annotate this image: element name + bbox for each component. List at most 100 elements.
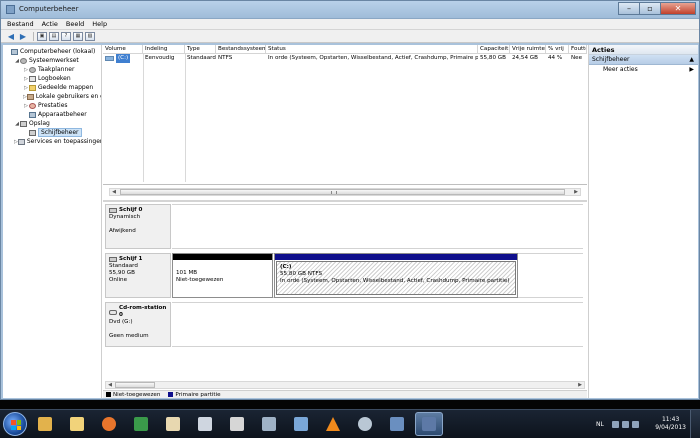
tree-item-label: Opslag xyxy=(29,120,50,127)
table-cell: Nee xyxy=(571,55,583,61)
legend-label: Primaire partitie xyxy=(175,391,221,398)
taskbar-app[interactable] xyxy=(127,412,155,436)
taskbar-app[interactable] xyxy=(159,412,187,436)
actions-section-schijfbeheer[interactable]: Schijfbeheer ▲ xyxy=(589,55,698,65)
show-tree-icon[interactable]: ▤ xyxy=(49,31,59,41)
taskbar-app[interactable] xyxy=(63,412,91,436)
volume-name: (C:) xyxy=(116,54,131,63)
disk-label[interactable]: Schijf 0 Dynamisch Afwijkend xyxy=(105,204,171,249)
column-header[interactable]: Volume xyxy=(103,45,143,54)
help-icon[interactable]: ? xyxy=(61,31,71,41)
title-bar[interactable]: Computerbeheer – ▫ ✕ xyxy=(1,1,699,19)
disk-label[interactable]: Cd-rom-station 0 Dvd (G:) Geen medium xyxy=(105,302,171,347)
disk-name: Schijf 0 xyxy=(109,207,167,214)
menu-bestand[interactable]: Bestand xyxy=(7,20,34,28)
primary-partition[interactable]: (C:) 55,80 GB NTFS In orde (Systeem, Opsta… xyxy=(274,253,518,298)
disk-label[interactable]: Schijf 1 Standaard 55,90 GB Online xyxy=(105,253,171,298)
explorer-icon xyxy=(38,417,52,431)
scrollbar-thumb[interactable] xyxy=(120,189,565,195)
legend-label: Niet-toegewezen xyxy=(113,391,161,398)
tree-item[interactable]: ◢ Systeemwerkset xyxy=(3,56,101,65)
column-header[interactable]: Status xyxy=(266,45,478,54)
scroll-right-icon[interactable]: ▶ xyxy=(572,189,580,195)
tree-item[interactable]: ▷Lokale gebruikers en gro xyxy=(3,92,101,101)
column-header[interactable]: Type xyxy=(185,45,216,54)
scrollbar-thumb[interactable] xyxy=(115,382,155,388)
clock[interactable]: 11:43 9/04/2013 xyxy=(655,416,686,432)
show-hidden-icons-icon[interactable] xyxy=(612,421,619,428)
taskbar-app[interactable] xyxy=(415,412,443,436)
tree-item[interactable]: ▷ Gedeelde mappen xyxy=(3,83,101,92)
back-icon[interactable]: ◀ xyxy=(6,32,16,41)
tree-item[interactable]: ▷ Taakplanner xyxy=(3,65,101,74)
computer-icon xyxy=(11,48,18,55)
volume-tray-icon[interactable] xyxy=(632,421,639,428)
tree-item[interactable]: ◢ Opslag xyxy=(3,119,101,128)
tree-item-label: Gedeelde mappen xyxy=(38,84,94,91)
disk-row: Schijf 0 Dynamisch Afwijkend xyxy=(105,204,583,249)
taskbar-app[interactable] xyxy=(191,412,219,436)
close-button[interactable]: ✕ xyxy=(660,2,696,15)
column-header[interactable]: Indeling xyxy=(143,45,185,54)
tree-item-label: Apparaatbeheer xyxy=(38,111,87,118)
up-folder-icon[interactable]: ▣ xyxy=(37,31,47,41)
disk-info-line: Dvd (G:) xyxy=(109,319,133,325)
disk-name: Schijf 1 xyxy=(109,256,167,263)
scroll-right-icon[interactable]: ▶ xyxy=(576,382,584,388)
tree-item[interactable]: ▷ Logboeken xyxy=(3,74,101,83)
partition-legend: Niet-toegewezen Primaire partitie xyxy=(103,390,587,398)
column-header[interactable]: Foutto xyxy=(569,45,587,54)
properties-icon[interactable]: ▦ xyxy=(73,31,83,41)
taskbar-app[interactable] xyxy=(351,412,379,436)
disk-space-area xyxy=(172,204,583,249)
clock-icon xyxy=(29,66,36,73)
menu-help[interactable]: Help xyxy=(92,20,107,28)
scroll-left-icon[interactable]: ◀ xyxy=(110,189,118,195)
table-row[interactable]: (C:) Eenvoudig Standaard NTFS In orde (Syste… xyxy=(103,54,587,63)
collapse-up-icon[interactable]: ▲ xyxy=(689,55,694,64)
table-cell: 24,54 GB xyxy=(512,55,538,61)
taskbar-app[interactable] xyxy=(223,412,251,436)
volume-table-header: Volume Indeling Type Bestandssysteem Status C… xyxy=(103,45,587,54)
taskbar-app[interactable] xyxy=(31,412,59,436)
column-header[interactable]: Vrije ruimte xyxy=(510,45,546,54)
disk-info-line: Geen medium xyxy=(109,333,149,339)
volume-list-scrollbar[interactable]: ◀ ▶ xyxy=(109,188,581,196)
taskbar-app[interactable] xyxy=(95,412,123,436)
language-indicator[interactable]: NL xyxy=(596,421,604,428)
tree-item[interactable]: ▷ Prestaties xyxy=(3,101,101,110)
disk-settings-icon[interactable]: ▧ xyxy=(85,31,95,41)
client-area: Computerbeheer (lokaal) ◢ Systeemwerkset ▷ T… xyxy=(3,45,698,398)
computer-management-window: Computerbeheer – ▫ ✕ Bestand Actie Beeld… xyxy=(0,0,700,400)
tree-item[interactable]: ▷ Services en toepassingen xyxy=(3,137,101,146)
column-header[interactable]: % vrij xyxy=(546,45,569,54)
minimize-button[interactable]: – xyxy=(618,2,640,15)
action-more-actions[interactable]: Meer acties ▶ xyxy=(589,65,698,75)
disk-info-line xyxy=(109,326,167,333)
taskbar-app[interactable] xyxy=(319,412,347,436)
column-header[interactable]: Capaciteit xyxy=(478,45,510,54)
network-tray-icon[interactable] xyxy=(622,421,629,428)
forward-icon[interactable]: ▶ xyxy=(18,32,28,41)
disk-view-scrollbar[interactable]: ◀ ▶ xyxy=(105,381,585,389)
pane-splitter[interactable] xyxy=(103,200,587,202)
column-header[interactable]: Bestandssysteem xyxy=(216,45,266,54)
tree-item[interactable]: Computerbeheer (lokaal) xyxy=(3,47,101,56)
maximize-button[interactable]: ▫ xyxy=(639,2,661,15)
tree-item-label: Services en toepassingen xyxy=(26,138,101,145)
services-icon xyxy=(17,138,25,145)
disk-name: Cd-rom-station 0 xyxy=(109,305,167,319)
tree-item[interactable]: Schijfbeheer xyxy=(3,128,101,137)
tree-item[interactable]: Apparaatbeheer xyxy=(3,110,101,119)
action-label: Meer acties xyxy=(603,66,638,73)
scroll-left-icon[interactable]: ◀ xyxy=(106,382,114,388)
menu-actie[interactable]: Actie xyxy=(42,20,58,28)
start-button[interactable] xyxy=(3,412,27,436)
taskbar-app[interactable] xyxy=(255,412,283,436)
show-desktop-button[interactable] xyxy=(690,410,700,438)
taskbar-app[interactable] xyxy=(287,412,315,436)
menu-beeld[interactable]: Beeld xyxy=(66,20,84,28)
unallocated-space[interactable]: 101 MB Niet-toegewezen xyxy=(172,253,273,298)
steam-icon xyxy=(198,417,212,431)
taskbar-app[interactable] xyxy=(383,412,411,436)
